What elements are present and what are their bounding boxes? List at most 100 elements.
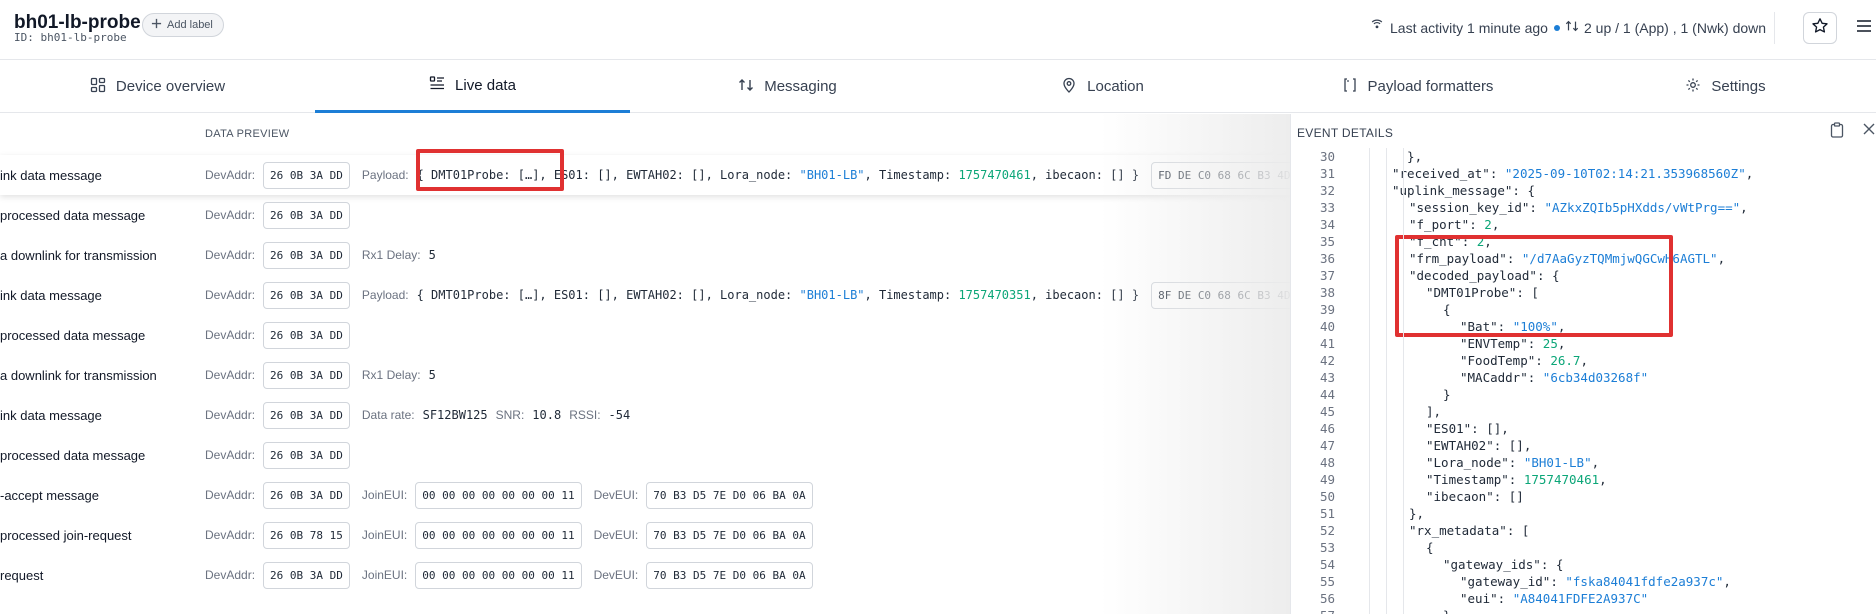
code-line: 57},: [1291, 607, 1876, 614]
snr-value: 10.8: [532, 408, 562, 422]
devaddr-value: 26 0B 3A DD: [263, 481, 350, 509]
table-row[interactable]: a downlink for transmission DevAddr: 26 …: [0, 355, 1290, 395]
code-line: 43 "MACaddr": "6cb34d03268f": [1291, 369, 1876, 386]
table-row[interactable]: a downlink for transmission DevAddr: 26 …: [0, 235, 1290, 275]
copy-button[interactable]: [1830, 122, 1844, 143]
add-label-button[interactable]: Add label: [142, 13, 224, 37]
line-number: 54: [1319, 557, 1335, 572]
data-preview: DevAddr: 26 0B 3A DD Payload: { DMT01Pro…: [205, 161, 1290, 189]
bookmark-button[interactable]: [1803, 12, 1837, 44]
line-number: 52: [1319, 523, 1335, 538]
data-preview: DevAddr: 26 0B 3A DD Rx1 Delay: 5: [205, 241, 436, 269]
tab-settings[interactable]: Settings: [1575, 60, 1876, 113]
devaddr-value: 26 0B 3A DD: [263, 361, 350, 389]
menu-button[interactable]: [1849, 12, 1876, 44]
code-line: 38 "DMT01Probe": [: [1291, 284, 1876, 301]
joineui-value: 00 00 00 00 00 00 00 11: [415, 561, 582, 589]
table-row[interactable]: request DevAddr: 26 0B 3A DD JoinEUI: 00…: [0, 555, 1290, 595]
line-number: 32: [1319, 183, 1335, 198]
arrows-updown-icon: [738, 77, 754, 97]
raw-payload: 8F DE C0 68 6C B3 4D: [1151, 281, 1290, 309]
table-row[interactable]: processed data message DevAddr: 26 0B 3A…: [0, 435, 1290, 475]
activity-status-dot: [1553, 24, 1560, 31]
data-preview: DevAddr: 26 0B 3A DD JoinEUI: 00 00 00 0…: [205, 561, 813, 589]
devaddr-value: 26 0B 78 15: [263, 521, 350, 549]
indent-guide: [1369, 148, 1370, 614]
code-line: 46 "ES01": [],: [1291, 420, 1876, 437]
code-brackets-icon: [1342, 77, 1358, 97]
line-number: 41: [1319, 336, 1335, 351]
table-row[interactable]: ink data message DevAddr: 26 0B 3A DD Pa…: [0, 155, 1290, 195]
event-type: -accept message: [0, 487, 99, 503]
code-text: "Lora_node": "BH01-LB",: [1426, 455, 1600, 470]
line-number: 31: [1319, 166, 1335, 181]
tab-location[interactable]: Location: [945, 60, 1260, 113]
message-count: 2 up / 1 (App) , 1 (Nwk) down: [1565, 19, 1766, 36]
column-header-data-preview: DATA PREVIEW: [205, 128, 290, 140]
joineui-value: 00 00 00 00 00 00 00 11: [415, 481, 582, 509]
event-type: a downlink for transmission: [0, 367, 157, 383]
table-row[interactable]: -accept message DevAddr: 26 0B 3A DD Joi…: [0, 475, 1290, 515]
tab-device-overview[interactable]: Device overview: [0, 60, 315, 113]
code-line: 34 "f_port": 2,: [1291, 216, 1876, 233]
devaddr-value: 26 0B 3A DD: [263, 441, 350, 469]
code-text: "Bat": "100%",: [1460, 319, 1566, 334]
close-button[interactable]: [1862, 122, 1876, 143]
last-activity: Last activity 1 minute ago: [1370, 19, 1560, 36]
devaddr-value: 26 0B 3A DD: [263, 561, 350, 589]
plus-icon: [151, 18, 162, 32]
gear-icon: [1685, 77, 1701, 97]
tab-messaging[interactable]: Messaging: [630, 60, 945, 113]
tab-label: Device overview: [115, 78, 226, 95]
code-text: ],: [1426, 404, 1442, 419]
table-row[interactable]: ink data message DevAddr: 26 0B 3A DD Da…: [0, 395, 1290, 435]
rx1-delay-value: 5: [428, 248, 436, 262]
table-row[interactable]: ink data message DevAddr: 26 0B 3A DD Pa…: [0, 275, 1290, 315]
code-text: "gateway_id": "fska84041fdfe2a937c",: [1460, 574, 1731, 589]
table-row[interactable]: processed join-request DevAddr: 26 0B 78…: [0, 515, 1290, 555]
device-tabs: Device overview Live data Messaging Loca…: [0, 60, 1876, 113]
code-line: 42 "FoodTemp": 26.7,: [1291, 352, 1876, 369]
panel-actions: [1830, 122, 1876, 143]
code-line: 56 "eui": "A84041FDFE2A937C": [1291, 590, 1876, 607]
code-line: 48 "Lora_node": "BH01-LB",: [1291, 454, 1876, 471]
arrows-updown-icon: [1565, 19, 1579, 36]
event-type: processed data message: [0, 447, 146, 463]
message-count-text: 2 up / 1 (App) , 1 (Nwk) down: [1584, 19, 1767, 36]
code-text: "rx_metadata": [: [1409, 523, 1530, 538]
line-number: 37: [1319, 268, 1335, 283]
line-number: 56: [1319, 591, 1335, 606]
tab-live-data[interactable]: Live data: [315, 60, 630, 113]
tab-label: Live data: [455, 76, 516, 94]
line-number: 34: [1319, 217, 1335, 232]
data-preview: DevAddr: 26 0B 3A DD Data rate: SF12BW12…: [205, 401, 630, 429]
signal-icon: [1370, 19, 1384, 36]
close-icon: [1862, 123, 1876, 140]
code-text: "ES01": [],: [1426, 421, 1509, 436]
event-type: processed data message: [0, 207, 146, 223]
code-line: 54 "gateway_ids": {: [1291, 556, 1876, 573]
event-type: ink data message: [0, 287, 102, 303]
deveui-value: 70 B3 D5 7E D0 06 BA 0A: [646, 481, 813, 509]
device-header: bh01-lb-probe ID: bh01-lb-probe Add labe…: [0, 0, 1876, 60]
table-row[interactable]: processed data message DevAddr: 26 0B 3A…: [0, 315, 1290, 355]
code-line: 33 "session_key_id": "AZkxZQIb5pHXdds/vWt…: [1291, 199, 1876, 216]
code-line: 39 {: [1291, 301, 1876, 318]
tab-payload-formatters[interactable]: Payload formatters: [1260, 60, 1575, 113]
devaddr-value: 26 0B 3A DD: [263, 161, 350, 189]
code-text: "frm_payload": "/d7AaGyzTQMmjwQGCwH6AGTL…: [1409, 251, 1726, 266]
table-row[interactable]: processed data message DevAddr: 26 0B 3A…: [0, 195, 1290, 235]
code-line: 35 "f_cnt": 2,: [1291, 233, 1876, 250]
line-number: 53: [1319, 540, 1335, 555]
code-line: 50 "ibecaon": []: [1291, 488, 1876, 505]
code-line: 40 "Bat": "100%",: [1291, 318, 1876, 335]
devaddr-value: 26 0B 3A DD: [263, 401, 350, 429]
deveui-value: 70 B3 D5 7E D0 06 BA 0A: [646, 561, 813, 589]
line-number: 48: [1319, 455, 1335, 470]
line-number: 35: [1319, 234, 1335, 249]
code-line: 41 "ENVTemp": 25,: [1291, 335, 1876, 352]
rx1-delay-value: 5: [428, 368, 436, 382]
line-number: 43: [1319, 370, 1335, 385]
data-preview: DevAddr: 26 0B 3A DD: [205, 441, 350, 469]
code-text: "uplink_message": {: [1392, 183, 1535, 198]
